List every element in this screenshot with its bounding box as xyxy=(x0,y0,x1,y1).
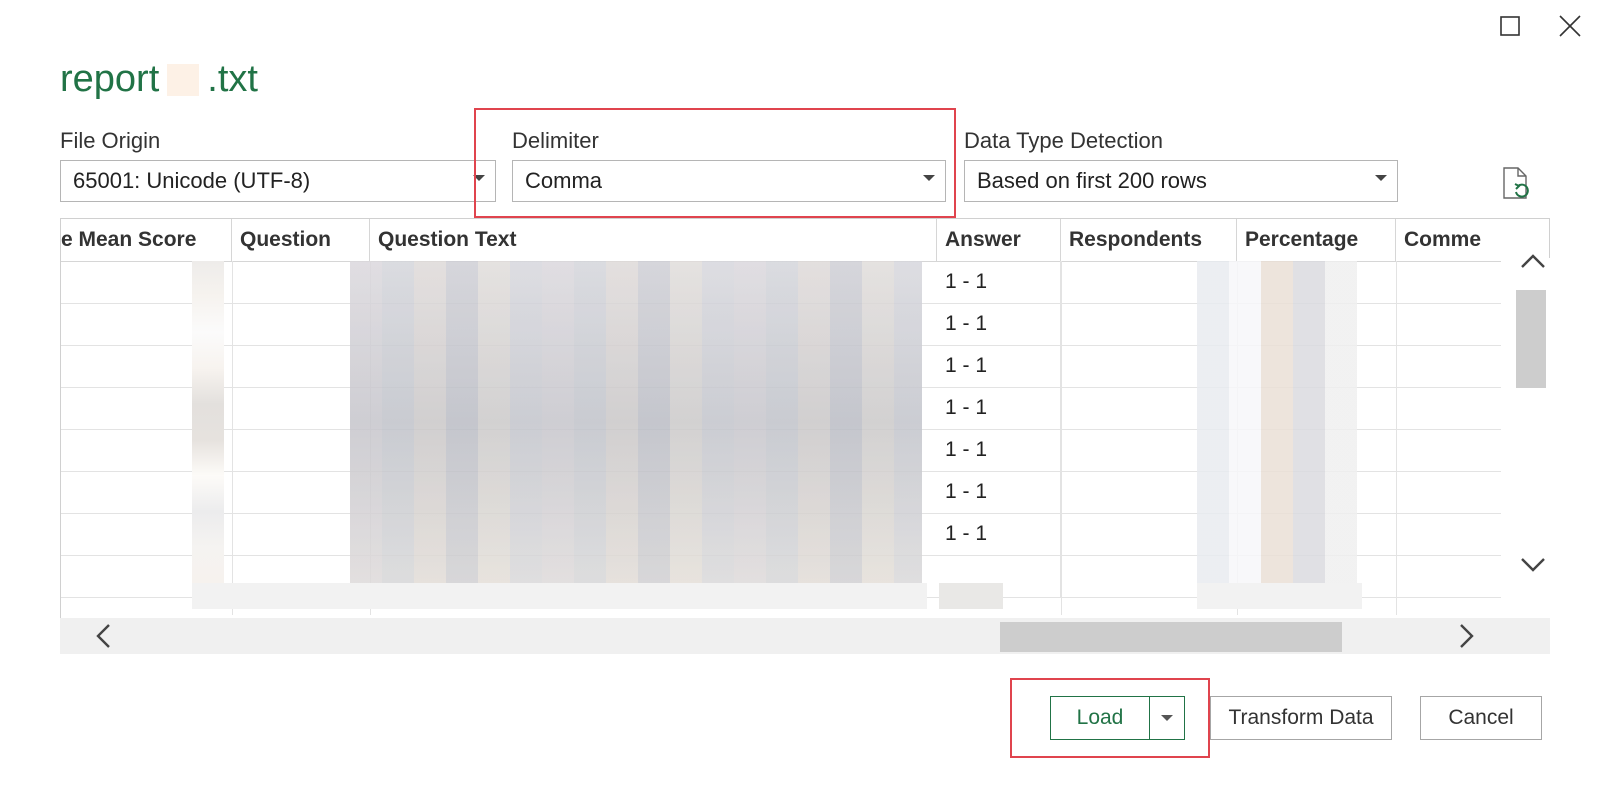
answer-cell: 1 - 1 xyxy=(937,345,1061,387)
redacted-region xyxy=(192,261,224,583)
redacted-region xyxy=(192,583,927,609)
chevron-down-icon xyxy=(1375,175,1387,181)
title-suffix: .txt xyxy=(207,58,258,100)
column-divider xyxy=(1396,261,1397,615)
column-header[interactable]: Percentage xyxy=(1237,219,1396,261)
column-header[interactable]: Question xyxy=(232,219,370,261)
horizontal-scroll-thumb[interactable] xyxy=(1000,622,1342,652)
maximize-button[interactable] xyxy=(1490,8,1530,44)
dialog-title: report .txt xyxy=(60,58,258,101)
refresh-preview-button[interactable] xyxy=(1500,166,1534,202)
column-header[interactable]: Respondents xyxy=(1061,219,1237,261)
answer-cell: 1 - 1 xyxy=(937,429,1061,471)
title-prefix: report xyxy=(60,58,160,100)
answer-cell: 1 - 1 xyxy=(937,471,1061,513)
scroll-down-button[interactable] xyxy=(1518,550,1548,580)
redacted-region xyxy=(939,583,1003,609)
vertical-scroll-thumb[interactable] xyxy=(1516,290,1546,388)
column-header[interactable]: Comme xyxy=(1396,219,1501,261)
scroll-right-button[interactable] xyxy=(1452,621,1482,651)
delimiter-highlight xyxy=(474,108,956,218)
column-header[interactable]: e Mean Score xyxy=(61,219,232,261)
answer-cell: 1 - 1 xyxy=(937,303,1061,345)
refresh-file-icon xyxy=(1503,167,1529,199)
column-divider xyxy=(232,261,233,615)
answer-cell: 1 - 1 xyxy=(937,513,1061,555)
chevron-left-icon xyxy=(96,624,110,648)
column-divider xyxy=(1061,261,1062,615)
file-origin-value: 65001: Unicode (UTF-8) xyxy=(73,168,311,193)
cancel-button[interactable]: Cancel xyxy=(1420,696,1542,740)
column-header[interactable]: Answer xyxy=(937,219,1061,261)
answer-cell: 1 - 1 xyxy=(937,261,1061,303)
answer-cell: 1 - 1 xyxy=(937,387,1061,429)
chevron-right-icon xyxy=(1460,624,1474,648)
load-highlight xyxy=(1010,678,1210,758)
preview-grid: e Mean Score Question Question Text Answ… xyxy=(60,218,1550,654)
chevron-up-icon xyxy=(1521,254,1545,268)
close-icon xyxy=(1559,15,1581,37)
file-origin-select[interactable]: 65001: Unicode (UTF-8) xyxy=(60,160,496,202)
redacted-region xyxy=(1197,583,1362,609)
data-type-detection-select[interactable]: Based on first 200 rows xyxy=(964,160,1398,202)
close-button[interactable] xyxy=(1550,8,1590,44)
scroll-up-button[interactable] xyxy=(1518,246,1548,276)
redacted-region xyxy=(1197,261,1357,583)
redacted-filename xyxy=(167,63,200,96)
maximize-icon xyxy=(1500,16,1520,36)
redacted-region xyxy=(350,261,922,583)
scroll-left-button[interactable] xyxy=(88,621,118,651)
column-header[interactable]: Question Text xyxy=(370,219,937,261)
data-type-detection-value: Based on first 200 rows xyxy=(977,168,1207,193)
grid-header: e Mean Score Question Question Text Answ… xyxy=(61,219,1501,262)
chevron-down-icon xyxy=(1521,558,1545,572)
file-origin-label: File Origin xyxy=(60,128,161,153)
transform-data-button[interactable]: Transform Data xyxy=(1210,696,1392,740)
data-type-detection-label: Data Type Detection xyxy=(964,128,1163,153)
